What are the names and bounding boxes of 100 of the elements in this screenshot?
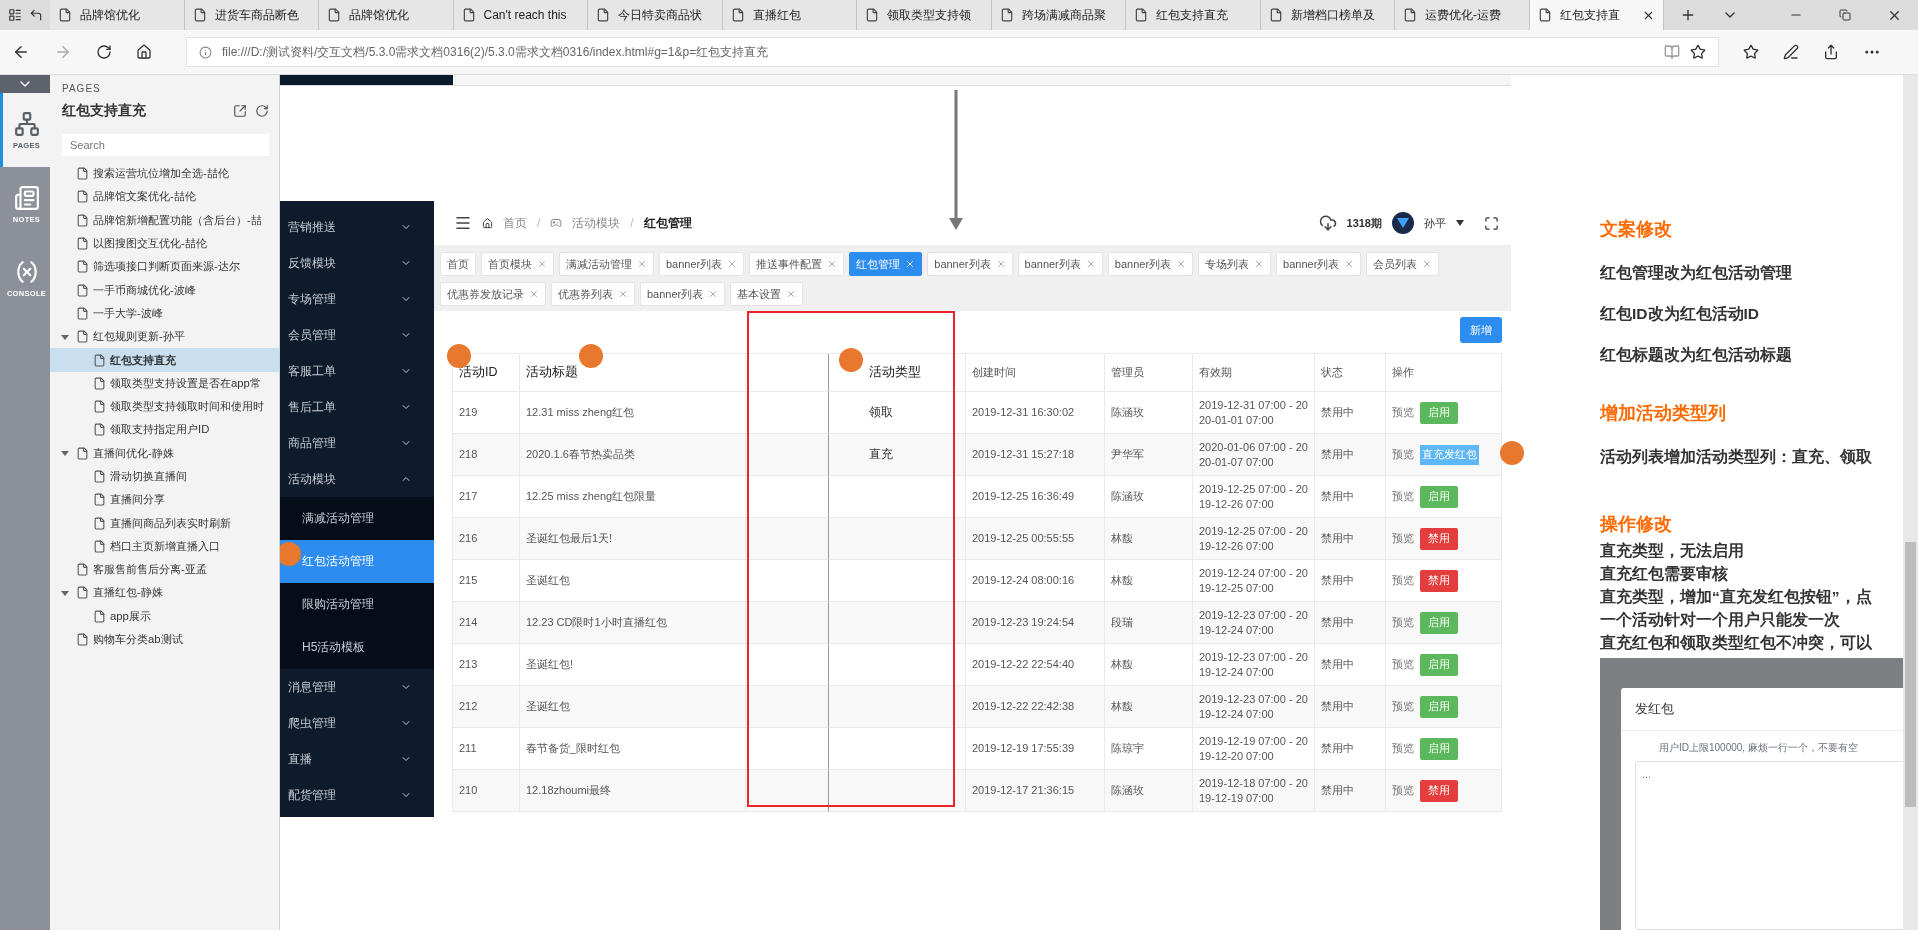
page-tag[interactable]: banner列表 [927, 252, 1013, 276]
submenu-item[interactable]: H5活动模板 [280, 626, 434, 669]
page-tree-item[interactable]: 红包支持直充 [50, 348, 279, 372]
page-tree-item[interactable]: 筛选项接口判断页面来源-达尔 [50, 255, 279, 279]
breadcrumb[interactable]: 活动模块 [572, 214, 621, 232]
action-button[interactable]: 禁用 [1420, 779, 1458, 802]
page-tree-item[interactable]: 红包规则更新-孙平 [50, 325, 279, 349]
page-tree-item[interactable]: 搜索运营坑位增加全选-喆伦 [50, 162, 279, 186]
menu-item[interactable]: 活动模块 [280, 461, 434, 497]
breadcrumb[interactable]: 首页 [503, 214, 527, 232]
page-tag[interactable]: banner列表 [1017, 252, 1103, 276]
page-tag[interactable]: 专场列表 [1198, 252, 1272, 276]
browser-tab[interactable]: 运费优化-运费 [1395, 0, 1530, 30]
submenu-item[interactable]: 满减活动管理 [280, 497, 434, 540]
external-link-icon[interactable] [233, 104, 247, 118]
menu-item[interactable]: 营销推送 [280, 209, 434, 245]
browser-tab[interactable]: 红包支持直 [1529, 0, 1664, 30]
page-tag[interactable]: 优惠券列表 [551, 282, 635, 306]
page-tree-item[interactable]: 直播间商品列表实时刷新 [50, 511, 279, 535]
star-icon[interactable] [1690, 44, 1706, 60]
page-tree-item[interactable]: 领取类型支持设置是否在app常 [50, 371, 279, 395]
fullscreen-icon[interactable] [1484, 215, 1499, 231]
caret-down-icon[interactable] [1456, 220, 1464, 226]
menu-item[interactable]: 售后工单 [280, 389, 434, 425]
page-tag[interactable]: banner列表 [1107, 252, 1194, 276]
cloud-download-icon[interactable] [1318, 214, 1337, 232]
page-tree-item[interactable]: 档口主页新增直播入口 [50, 534, 279, 559]
menu-item[interactable]: 会员管理 [280, 317, 434, 353]
refresh-icon[interactable] [255, 104, 269, 118]
action-button[interactable]: 禁用 [1420, 527, 1458, 550]
page-tree-item[interactable]: 一手币商城优化-波峰 [50, 278, 279, 302]
menu-item[interactable]: 配货管理 [280, 777, 434, 813]
page-tree-item[interactable]: 直播间分享 [50, 488, 279, 512]
menu-item[interactable]: 直播 [280, 741, 434, 777]
favorites-icon[interactable] [1743, 44, 1759, 60]
preview-link[interactable]: 预览 [1392, 783, 1414, 798]
page-tag[interactable]: banner列表 [659, 252, 745, 276]
preview-link[interactable]: 预览 [1392, 657, 1414, 672]
back-icon[interactable] [12, 43, 30, 61]
page-tag[interactable]: 会员列表 [1366, 252, 1440, 276]
menu-item[interactable]: 爬虫管理 [280, 705, 434, 741]
share-icon[interactable] [1823, 44, 1839, 60]
page-tree-item[interactable]: 品牌馆新增配置功能（含后台）-喆 [50, 208, 279, 232]
preview-link[interactable]: 预览 [1392, 741, 1414, 756]
page-tree-item[interactable]: 购物车分类ab测试 [50, 627, 279, 652]
browser-tab[interactable]: 新增档口榜单及 [1260, 0, 1395, 30]
preview-link[interactable]: 预览 [1392, 489, 1414, 504]
preview-link[interactable]: 预览 [1392, 447, 1414, 462]
page-tree-item[interactable]: app展示 [50, 604, 279, 628]
page-tag[interactable]: 首页模块 [481, 252, 554, 276]
reading-view-icon[interactable] [1664, 44, 1680, 60]
menu-item[interactable]: 商品管理 [280, 425, 434, 461]
browser-tab[interactable]: 直播红包 [722, 0, 857, 30]
pen-icon[interactable] [1783, 44, 1799, 60]
preview-link[interactable]: 预览 [1392, 699, 1414, 714]
page-tree-item[interactable]: 滑动切换直播间 [50, 464, 279, 489]
page-tag[interactable]: 推送事件配置 [749, 252, 845, 276]
page-tree-item[interactable]: 直播红包-静姝 [50, 581, 279, 605]
info-icon[interactable] [199, 45, 212, 59]
submenu-item[interactable]: 限购活动管理 [280, 583, 434, 626]
browser-tab[interactable]: Can't reach this [453, 0, 588, 30]
page-tree-item[interactable]: 以图搜图交互优化-喆伦 [50, 231, 279, 256]
page-tag[interactable]: banner列表 [1276, 252, 1362, 276]
new-tab-icon[interactable] [1680, 7, 1696, 23]
page-tree-item[interactable]: 客服售前售后分离-亚孟 [50, 558, 279, 582]
browser-tab[interactable]: 今日特卖商品状 [588, 0, 723, 30]
browser-tab[interactable]: 品牌馆优化 [50, 0, 185, 30]
page-tree-item[interactable]: 直播间优化-静姝 [50, 441, 279, 465]
menu-item[interactable]: 专场管理 [280, 281, 434, 317]
browser-tab[interactable]: 进货车商品断色 [184, 0, 319, 30]
page-tag[interactable]: 优惠券发放记录 [440, 282, 546, 306]
page-tree-item[interactable]: 领取支持指定用户ID [50, 418, 279, 442]
menu-item[interactable]: 消息管理 [280, 669, 434, 705]
browser-tab[interactable]: 品牌馆优化 [319, 0, 454, 30]
preview-link[interactable]: 预览 [1392, 573, 1414, 588]
preview-link[interactable]: 预览 [1392, 405, 1414, 420]
browser-tab[interactable]: 红包支持直充 [1126, 0, 1261, 30]
page-tag[interactable]: 满减活动管理 [559, 252, 654, 276]
user-name[interactable]: 孙平 [1424, 215, 1446, 231]
scrollbar[interactable] [1903, 75, 1918, 930]
page-tag[interactable]: banner列表 [640, 282, 726, 306]
page-tree-item[interactable]: 品牌馆文案优化-喆伦 [50, 185, 279, 209]
action-button[interactable]: 禁用 [1420, 569, 1458, 592]
page-tag[interactable]: 基本设置 [730, 282, 804, 306]
menu-item[interactable]: 客服工单 [280, 353, 434, 389]
scroll-thumb[interactable] [1905, 542, 1916, 807]
browser-tab[interactable]: 跨场满减商品聚 [991, 0, 1126, 30]
breadcrumb[interactable]: 红包管理 [643, 214, 692, 232]
browser-tab[interactable]: 领取类型支持领 [857, 0, 992, 30]
set-aside-icon[interactable] [28, 8, 43, 22]
address-field[interactable]: file:///D:/测试资料/交互文档/5.3.0需求文档0316(2)/5.3.0需求文档0316/index.html#g=1&p=红包支持直充 [186, 37, 1719, 67]
search-field[interactable]: Search [62, 134, 269, 156]
tab-list-icon[interactable] [7, 8, 22, 22]
refresh-icon[interactable] [96, 44, 112, 60]
menu-item[interactable]: 反馈模块 [280, 245, 434, 281]
page-tree-item[interactable]: 一手大学-波峰 [50, 301, 279, 326]
restore-icon[interactable] [1839, 9, 1851, 21]
page-tree-item[interactable]: 领取类型支持领取时间和使用时 [50, 394, 279, 419]
page-tag[interactable]: 首页 [440, 252, 476, 276]
home-icon[interactable] [136, 44, 152, 60]
